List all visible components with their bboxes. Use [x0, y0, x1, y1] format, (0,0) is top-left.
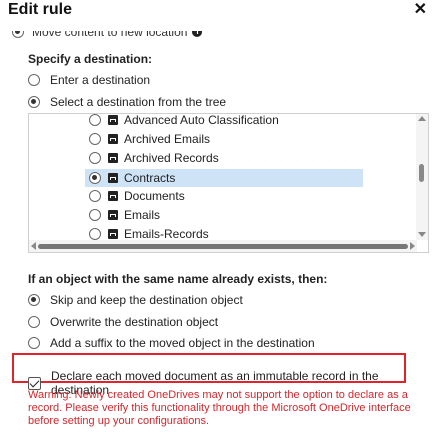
conflict-option-suffix[interactable]: Add a suffix to the moved object in the …: [28, 336, 315, 350]
tree-item-label: Emails-Records: [124, 227, 209, 241]
tree-item-emails[interactable]: Emails: [89, 206, 160, 224]
tree-item-label: Documents: [124, 189, 185, 203]
vertical-scroll-thumb[interactable]: [419, 164, 424, 182]
tree-item-contracts[interactable]: Contracts: [89, 169, 175, 187]
tree-item-radio[interactable]: [89, 209, 101, 221]
dialog-header: Edit rule ✕: [0, 0, 433, 22]
conflict-skip-label: Skip and keep the destination object: [50, 293, 243, 307]
conflict-skip-radio[interactable]: [28, 294, 40, 306]
declare-record-checkbox[interactable]: [28, 376, 41, 390]
tree-vertical-scrollbar[interactable]: [416, 114, 428, 240]
conflict-suffix-radio[interactable]: [28, 337, 40, 349]
library-icon: [108, 134, 118, 144]
destination-enter-radio[interactable]: [28, 74, 40, 86]
tree-item-label: Archived Emails: [124, 132, 211, 146]
onedrive-warning: Warning: Newly created OneDrives may not…: [28, 389, 411, 427]
library-icon: [108, 115, 118, 125]
conflict-option-skip[interactable]: Skip and keep the destination object: [28, 293, 243, 307]
scroll-up-icon[interactable]: [418, 116, 426, 121]
dialog-title: Edit rule: [8, 1, 73, 18]
tree-item-label: Emails: [124, 208, 161, 222]
destination-tree-radio[interactable]: [28, 96, 40, 108]
library-icon: [108, 229, 118, 239]
tree-item-radio[interactable]: [89, 133, 101, 145]
conflict-suffix-label: Add a suffix to the moved object in the …: [50, 336, 315, 350]
tree-item-radio[interactable]: [89, 190, 101, 202]
horizontal-scroll-thumb[interactable]: [38, 244, 408, 249]
tree-item-archived-records[interactable]: Archived Records: [89, 149, 219, 167]
tree-item-radio[interactable]: [89, 114, 101, 126]
library-icon: [108, 153, 118, 163]
conflict-overwrite-label: Overwrite the destination object: [50, 315, 219, 329]
library-icon: [108, 210, 118, 220]
library-icon: [108, 191, 118, 201]
destination-option-tree[interactable]: Select a destination from the tree: [28, 95, 226, 109]
tree-item-radio[interactable]: [89, 172, 101, 184]
scroll-down-icon[interactable]: [418, 232, 426, 237]
tree-item-radio[interactable]: [89, 152, 101, 164]
conflict-option-overwrite[interactable]: Overwrite the destination object: [28, 315, 218, 329]
tree-item-label: Advanced Auto Classification: [124, 113, 279, 127]
tree-horizontal-scrollbar[interactable]: [29, 240, 417, 252]
destination-tree[interactable]: Advanced Auto Classification Archived Em…: [28, 113, 429, 253]
destination-heading: Specify a destination:: [28, 52, 153, 66]
conflict-heading: If an object with the same name already …: [28, 272, 328, 286]
destination-enter-label: Enter a destination: [50, 73, 151, 87]
tree-item-advanced-auto-classification[interactable]: Advanced Auto Classification: [89, 113, 279, 129]
tree-item-radio[interactable]: [89, 228, 101, 240]
destination-tree-label: Select a destination from the tree: [50, 95, 227, 109]
scroll-right-icon[interactable]: [410, 242, 415, 250]
library-icon: [108, 173, 118, 183]
move-content-radio[interactable]: [12, 31, 24, 38]
move-content-option[interactable]: Move content to new location i: [12, 31, 432, 43]
close-icon[interactable]: ✕: [414, 2, 427, 18]
tree-item-label: Archived Records: [124, 151, 219, 165]
scroll-left-icon[interactable]: [31, 242, 36, 250]
tree-item-archived-emails[interactable]: Archived Emails: [89, 130, 210, 148]
tree-item-documents[interactable]: Documents: [89, 187, 185, 205]
tree-item-label: Contracts: [124, 171, 176, 185]
move-content-label: Move content to new location: [32, 31, 188, 39]
info-icon[interactable]: i: [192, 31, 203, 37]
destination-option-enter[interactable]: Enter a destination: [28, 73, 150, 87]
conflict-overwrite-radio[interactable]: [28, 316, 40, 328]
